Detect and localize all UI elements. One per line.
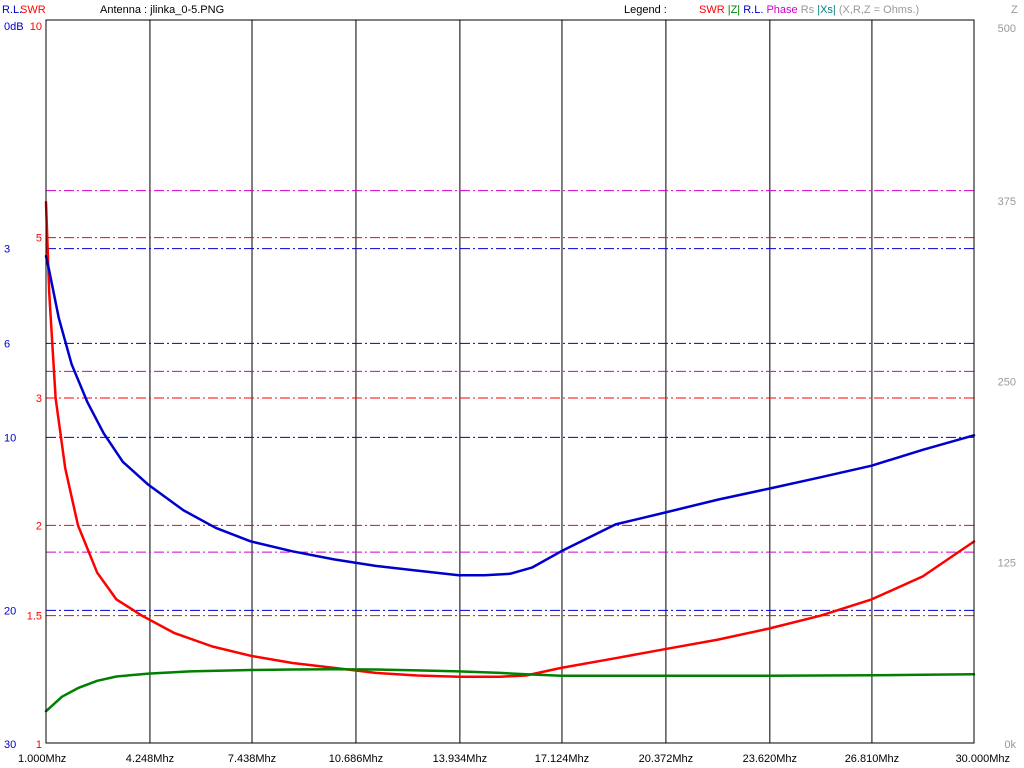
label-layer: R.L. SWR Antenna : jlinka_0-5.PNG Legend… [2,4,1018,765]
rl-tick-label: 3 [4,244,10,256]
legend-entry: SWR [699,4,725,16]
legend-entry: R.L. [740,4,763,16]
swr-analyzer-chart: R.L. SWR Antenna : jlinka_0-5.PNG Legend… [2,4,1018,765]
x-tick-label: 1.000Mhz [18,753,66,765]
x-tick-label: 13.934Mhz [433,753,487,765]
swr-axis-title: SWR [20,4,46,16]
plot-border [45,19,975,744]
z-axis-title: Z [1011,4,1018,16]
x-tick-label: 17.124Mhz [535,753,589,765]
z-tick-label: 250 [998,377,1016,389]
z-tick-label: 125 [998,557,1016,569]
x-tick-label: 20.372Mhz [639,753,693,765]
x-tick-label: 26.810Mhz [845,753,899,765]
rl-tick-label: 20 [4,605,16,617]
x-tick-label: 7.438Mhz [228,753,276,765]
legend-entry: Rs [798,4,815,16]
legend-entry: Phase [763,4,797,16]
swr-tick-label: 1.5 [27,611,42,623]
swr-tick-label: 5 [36,233,42,245]
z-tick-label: 0k [1004,739,1016,751]
x-tick-label: 23.620Mhz [743,753,797,765]
z-tick-label: 500 [998,23,1016,35]
swr-tick-label: 1 [36,739,42,751]
return-loss-curve [44,254,976,577]
swr-tick-label: 10 [30,21,42,33]
swr-tick-label: 2 [36,520,42,532]
antenna-filename: Antenna : jlinka_0-5.PNG [100,4,224,16]
legend-entries: SWR |Z| R.L. Phase Rs |Xs| (X,R,Z = Ohms… [699,4,919,16]
rl-tick-label: 30 [4,739,16,751]
legend-entry: |Xs| [814,4,836,16]
series-layer [44,200,976,713]
rl-tick-label: 0dB [4,21,24,33]
legend-label: Legend : [624,4,667,16]
rl-tick-label: 10 [4,432,16,444]
x-tick-label: 30.000Mhz [956,753,1010,765]
legend-entry: (X,R,Z = Ohms.) [836,4,919,16]
swr-tick-label: 3 [36,393,42,405]
x-tick-label: 4.248Mhz [126,753,174,765]
swr-curve [44,200,976,678]
z-tick-label: 375 [998,196,1016,208]
rl-tick-label: 6 [4,338,10,350]
legend-entry: |Z| [725,4,741,16]
x-tick-label: 10.686Mhz [329,753,383,765]
grid-layer [46,20,974,743]
